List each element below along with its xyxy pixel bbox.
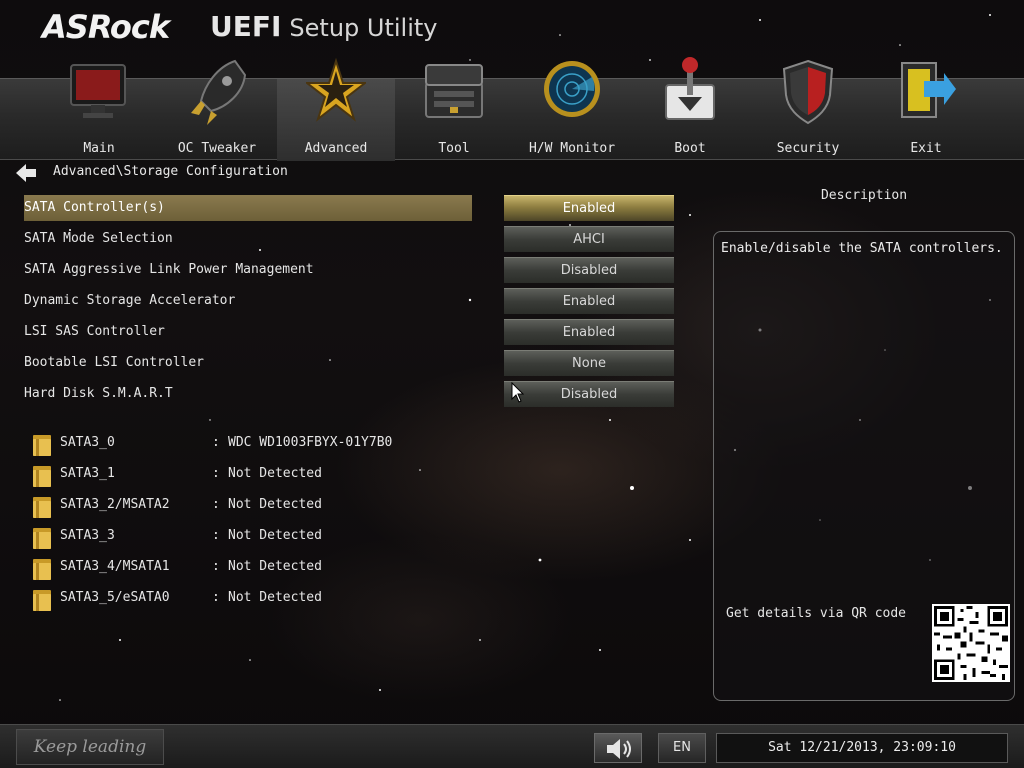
language-button[interactable]: EN [658,733,706,763]
device-separator: : [212,435,220,450]
device-separator: : [212,590,220,605]
setting-value-button[interactable]: Enabled [504,288,674,314]
device-value: Not Detected [228,466,322,481]
shield-icon [782,59,834,125]
setting-dynamic-storage-accelerator[interactable]: Dynamic Storage Accelerator Enabled [24,288,684,314]
qr-label: Get details via QR code [726,606,907,621]
rocket-icon [191,59,247,125]
tab-hw-monitor[interactable]: H/W Monitor [513,61,631,161]
setting-label: LSI SAS Controller [24,324,165,339]
tab-boot[interactable]: Boot [631,57,749,161]
back-arrow-icon[interactable] [16,164,36,182]
device-port: SATA3_0 [60,435,115,450]
device-sata3-4: SATA3_4/MSATA1 : Not Detected [32,555,452,581]
tab-bar: Main OC Tweaker Advanced Tool H/W Monito… [0,57,1024,161]
setting-value-button[interactable]: Enabled [504,319,674,345]
device-sata3-2: SATA3_2/MSATA2 : Not Detected [32,493,452,519]
description-title: Description [820,188,908,203]
setting-sata-aggressive-link-power[interactable]: SATA Aggressive Link Power Management Di… [24,257,684,283]
setting-hard-disk-smart[interactable]: Hard Disk S.M.A.R.T Disabled [24,381,684,407]
setting-label: SATA Aggressive Link Power Management [24,262,314,277]
setting-value-button[interactable]: AHCI [504,226,674,252]
device-value: Not Detected [228,559,322,574]
tab-advanced[interactable]: Advanced [277,57,395,161]
monitor-icon [70,64,126,118]
setting-label: Dynamic Storage Accelerator [24,293,236,308]
toolbox-icon [425,64,483,118]
setting-bootable-lsi-controller[interactable]: Bootable LSI Controller None [24,350,684,376]
header: ASRock UEFI Setup Utility [0,0,1024,78]
setting-label: Hard Disk S.M.A.R.T [24,386,173,401]
setting-value-button[interactable]: Disabled [504,381,674,407]
exit-door-icon [901,62,956,118]
product-title-bold: UEFI [210,10,282,43]
radar-icon [544,61,600,117]
tab-label: Security [776,141,840,156]
device-value: Not Detected [228,590,322,605]
setting-value-button[interactable]: Enabled [504,195,674,221]
setting-lsi-sas-controller[interactable]: LSI SAS Controller Enabled [24,319,684,345]
tab-main[interactable]: Main [40,64,158,161]
speaker-icon [607,739,631,759]
slogan: Keep leading [16,729,164,765]
setting-label: SATA Mode Selection [24,231,173,246]
device-port: SATA3_2/MSATA2 [60,497,170,512]
setting-label: Bootable LSI Controller [24,355,205,370]
device-separator: : [212,497,220,512]
tab-label: Boot [674,141,706,156]
setting-value-button[interactable]: None [504,350,674,376]
setting-label: SATA Controller(s) [24,195,472,221]
device-sata3-1: SATA3_1 : Not Detected [32,462,452,488]
device-port: SATA3_3 [60,528,115,543]
device-separator: : [212,559,220,574]
datetime-display: Sat 12/21/2013, 23:09:10 [716,733,1008,763]
device-port: SATA3_5/eSATA0 [60,590,170,605]
description-panel: Enable/disable the SATA controllers. Get… [713,231,1015,701]
setting-sata-mode-selection[interactable]: SATA Mode Selection AHCI [24,226,684,252]
footer: Keep leading EN Sat 12/21/2013, 23:09:10 [0,724,1024,768]
tab-label: Advanced [304,141,368,156]
joystick-icon [665,57,715,120]
device-separator: : [212,466,220,481]
device-sata3-3: SATA3_3 : Not Detected [32,524,452,550]
tab-label: Exit [910,141,942,156]
sound-button[interactable] [594,733,642,763]
device-sata3-0: SATA3_0 : WDC WD1003FBYX-01Y7B0 [32,431,452,457]
folder-icon [33,528,51,549]
product-title-sub: Setup Utility [289,14,438,42]
device-value: Not Detected [228,528,322,543]
setting-value-button[interactable]: Disabled [504,257,674,283]
device-port: SATA3_4/MSATA1 [60,559,170,574]
mouse-cursor-icon [511,382,525,403]
tab-tool[interactable]: Tool [395,64,513,161]
tab-label: H/W Monitor [528,141,616,156]
tab-oc-tweaker[interactable]: OC Tweaker [158,59,276,161]
device-value: WDC WD1003FBYX-01Y7B0 [228,435,393,450]
tab-label: Main [83,141,115,156]
folder-icon [33,497,51,518]
star-icon [306,57,366,122]
product-title: UEFI Setup Utility [210,10,438,43]
tab-label: OC Tweaker [177,141,257,156]
device-separator: : [212,528,220,543]
brand-logo: ASRock [42,8,170,46]
device-value: Not Detected [228,497,322,512]
folder-icon [33,466,51,487]
setting-sata-controllers[interactable]: SATA Controller(s) Enabled [24,195,684,221]
tab-exit[interactable]: Exit [867,62,985,161]
folder-icon [33,435,51,456]
device-port: SATA3_1 [60,466,115,481]
qr-code-icon [932,604,1010,682]
tab-security[interactable]: Security [749,59,867,161]
breadcrumb-path: Advanced\Storage Configuration [53,164,288,179]
folder-icon [33,559,51,580]
device-sata3-5: SATA3_5/eSATA0 : Not Detected [32,586,452,612]
description-text: Enable/disable the SATA controllers. [721,241,1003,256]
tab-label: Tool [438,141,470,156]
folder-icon [33,590,51,611]
